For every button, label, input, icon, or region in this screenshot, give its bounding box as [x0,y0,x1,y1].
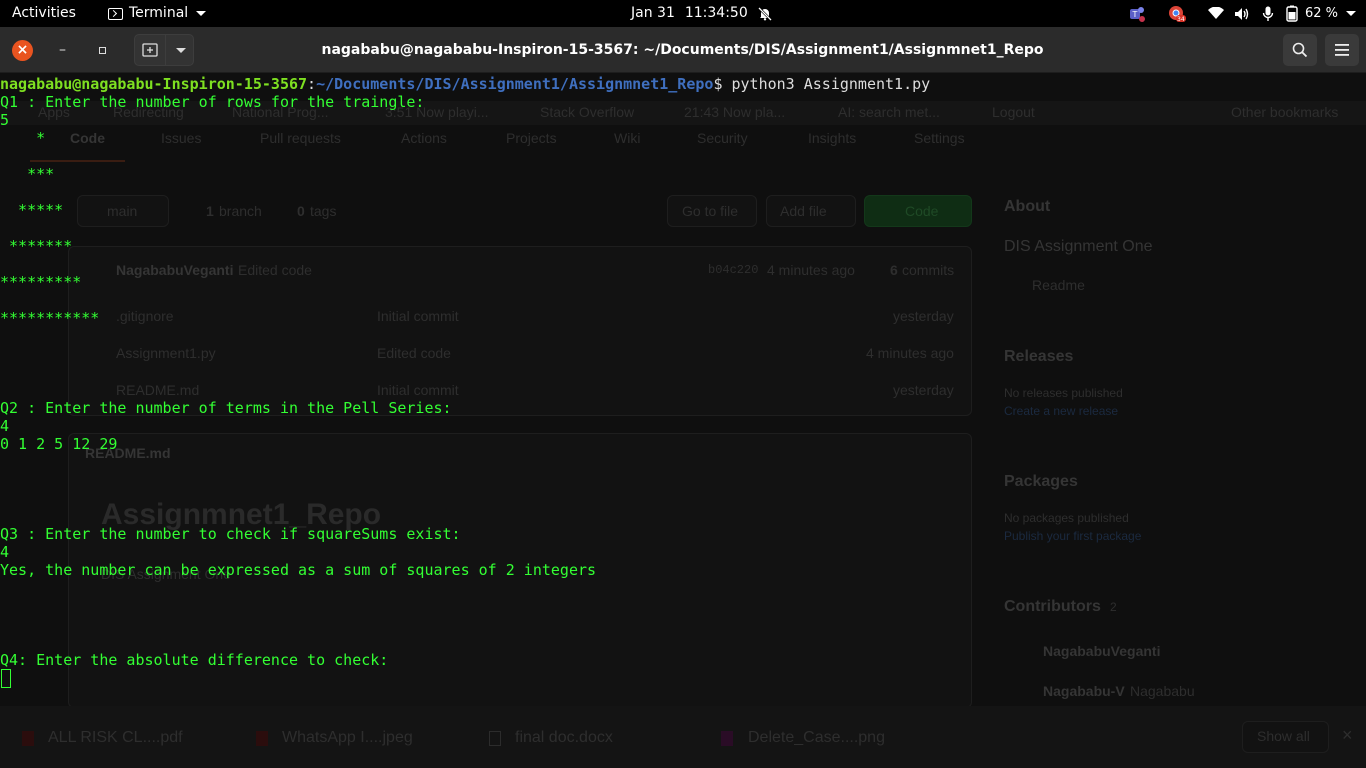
image-file-icon [256,731,268,746]
new-tab-menu-button[interactable] [166,35,193,65]
terminal-titlebar: × – nagababu@nagababu-Inspiron-15-3567: … [0,27,1366,73]
terminal-line: 0 1 2 5 12 29 [0,435,118,453]
ghost-close-downloads: × [1342,725,1353,745]
terminal-icon [108,7,123,20]
new-tab-icon [142,43,158,57]
doc-file-icon [489,731,501,746]
terminal-line: Q3 : Enter the number to check if square… [0,525,461,543]
terminal-line: ********* [0,273,82,291]
prompt-line: nagababu@nagababu-Inspiron-15-3567:~/Doc… [0,75,930,93]
microphone-icon[interactable] [1257,0,1279,27]
terminal-line: *** [0,165,55,183]
png-file-icon [721,731,733,746]
top-bar: Activities Terminal Jan 31 11:34:50 T 34… [0,0,1366,27]
svg-text:34: 34 [1177,16,1185,23]
chrome-icon[interactable]: 34 [1165,0,1189,27]
system-tray[interactable]: T 34 62 % [1125,0,1366,27]
terminal-line: * [0,129,46,147]
terminal-line: ***** [0,201,64,219]
app-menu[interactable]: Terminal [108,0,207,27]
terminal-line: Q2 : Enter the number of terms in the Pe… [0,399,452,417]
terminal-line: *********** [0,309,100,327]
pdf-file-icon [22,731,34,746]
new-tab-group [134,34,194,66]
terminal-line: ******* [0,237,73,255]
ghost-download: final doc.docx [515,729,613,746]
prompt-separator: : [307,75,317,93]
battery-icon[interactable] [1283,0,1301,27]
close-button[interactable]: × [12,40,33,61]
volume-icon[interactable] [1231,0,1253,27]
ghost-downloads-bar [0,706,1366,768]
notifications-off-icon [757,6,772,21]
prompt-command: $ python3 Assignment1.py [713,75,931,93]
battery-percent: 62 % [1304,6,1338,21]
terminal-line: 4 [0,417,10,435]
chevron-down-icon [175,47,186,53]
search-button[interactable] [1283,34,1317,66]
minimize-button[interactable]: – [52,40,73,61]
new-tab-button[interactable] [135,35,167,65]
ghost-download: WhatsApp I....jpeg [282,729,413,746]
svg-text:T: T [1131,10,1137,19]
clock-time: 11:34:50 [684,5,748,21]
window-title: nagababu@nagababu-Inspiron-15-3567: ~/Do… [321,42,1044,58]
chevron-down-icon[interactable] [1346,11,1356,16]
terminal-cursor [1,669,11,688]
terminal-line: Q1 : Enter the number of rows for the tr… [0,93,425,111]
search-icon [1292,42,1308,58]
ghost-download: ALL RISK CL....pdf [48,729,183,746]
hamburger-icon [1335,44,1349,56]
clock-date: Jan 31 [631,5,675,21]
prompt-path: ~/Documents/DIS/Assignment1/Assignmnet1_… [316,75,714,93]
maximize-button[interactable] [92,40,113,61]
hamburger-menu-button[interactable] [1325,34,1359,66]
ghost-download: Delete_Case....png [748,729,885,746]
terminal-line: 5 [0,111,10,129]
ghost-show-all-label: Show all [1257,728,1310,744]
activities-button[interactable]: Activities [12,0,76,27]
terminal-output[interactable]: nagababu@nagababu-Inspiron-15-3567:~/Doc… [0,75,1366,695]
app-menu-label: Terminal [129,5,189,21]
prompt-user: nagababu@nagababu-Inspiron-15-3567 [0,75,308,93]
maximize-icon [99,47,106,54]
terminal-line: Q4: Enter the absolute difference to che… [0,651,389,669]
chevron-down-icon [196,11,207,16]
terminal-line: 4 [0,543,10,561]
wifi-icon[interactable] [1205,0,1227,27]
teams-icon[interactable]: T [1125,0,1149,27]
clock[interactable]: Jan 31 11:34:50 [631,0,772,27]
terminal-line: Yes, the number can be expressed as a su… [0,561,597,579]
